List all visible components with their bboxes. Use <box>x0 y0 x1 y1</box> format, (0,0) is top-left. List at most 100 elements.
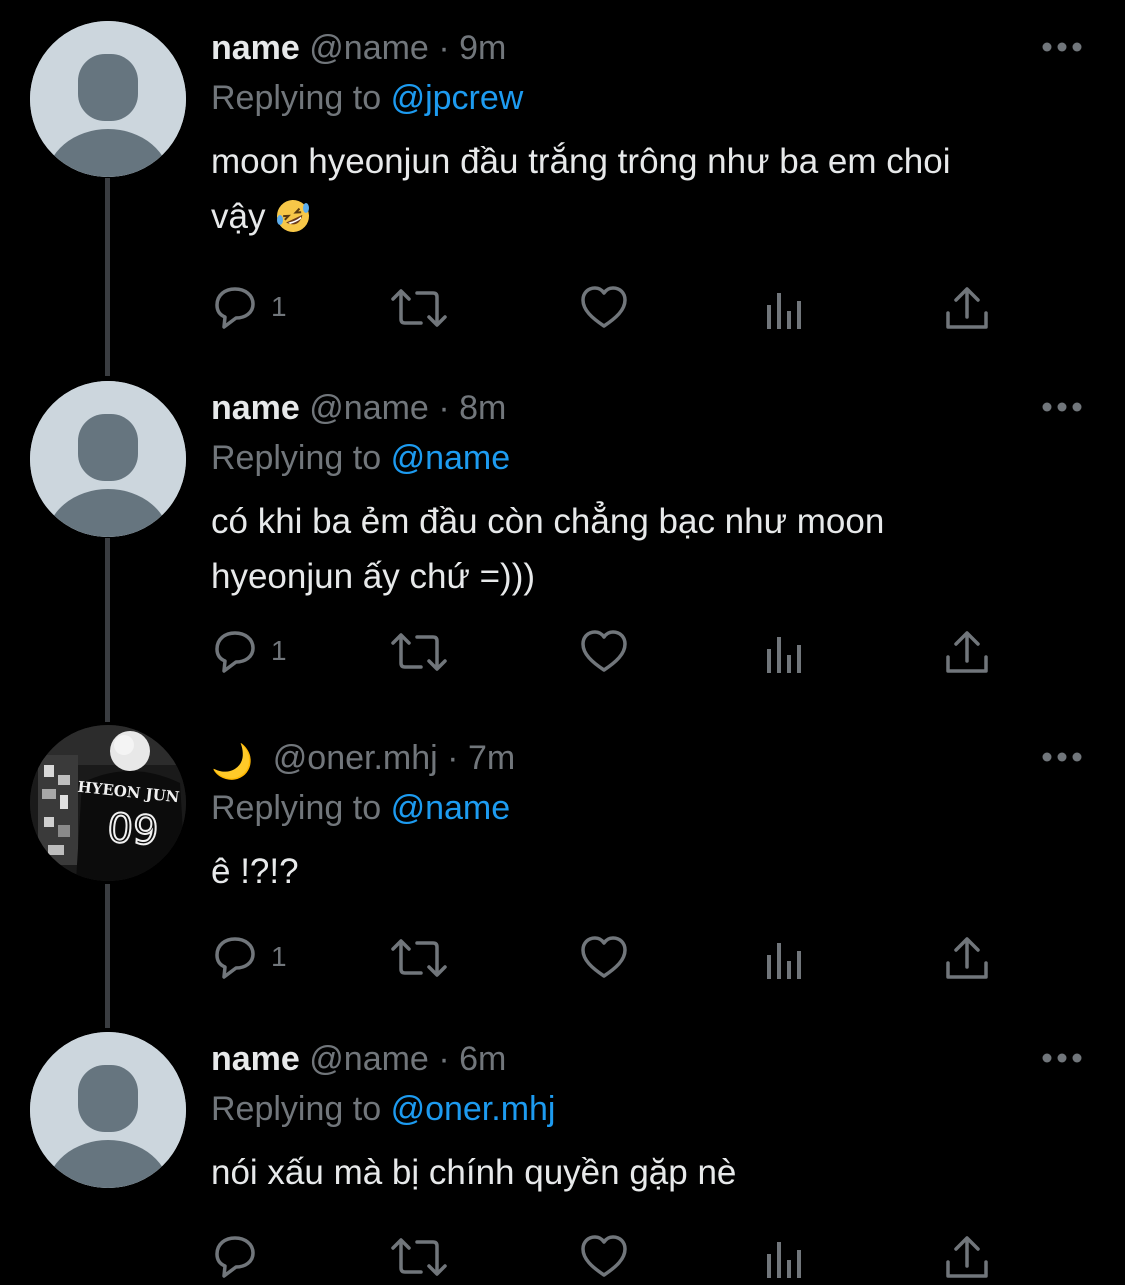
share-icon <box>946 631 988 673</box>
tweet-text-line: hyeonjun ấy chứ =))) <box>211 557 536 596</box>
replying-to-label: Replying to <box>211 1090 382 1128</box>
retweet-button[interactable] <box>389 282 449 332</box>
timestamp[interactable]: 7m <box>468 739 515 777</box>
reply-count: 1 <box>271 635 287 666</box>
more-icon[interactable] <box>1040 400 1084 414</box>
mention-link[interactable]: @name <box>391 439 511 477</box>
timestamp[interactable]: 8m <box>459 389 506 427</box>
reply-icon <box>215 1236 255 1278</box>
tweet[interactable]: name @name · 6m Replying to @oner.mhj nó… <box>0 1011 1125 1285</box>
mention-link[interactable]: @jpcrew <box>391 79 524 117</box>
replying-to: Replying to @oner.mhj <box>211 1089 555 1129</box>
reply-icon <box>215 631 255 673</box>
display-name[interactable]: name <box>211 29 300 67</box>
tweet-actions: 1 <box>211 932 1011 982</box>
analytics-button[interactable] <box>765 626 809 676</box>
tweet-text-line: ê !?!? <box>211 852 299 891</box>
share-icon <box>946 937 988 979</box>
tweet-header: name @name · 9m <box>211 28 506 68</box>
tweet-text-line: vậy <box>211 189 1071 250</box>
reply-button[interactable]: 1 <box>211 282 301 332</box>
tweet-header: name @name · 6m <box>211 1039 506 1079</box>
like-button[interactable] <box>579 932 629 982</box>
timestamp[interactable]: 9m <box>459 29 506 67</box>
display-name[interactable]: 🌙 <box>211 742 253 782</box>
separator: · <box>438 1040 450 1078</box>
avatar[interactable] <box>30 1032 186 1188</box>
like-icon <box>581 286 627 328</box>
analytics-icon <box>767 637 801 673</box>
reply-button[interactable]: 1 <box>211 932 301 982</box>
retweet-button[interactable] <box>389 626 449 676</box>
tweet-text: moon hyeonjun đầu trắng trông như ba em … <box>211 134 1071 250</box>
retweet-icon <box>391 633 447 671</box>
replying-to-label: Replying to <box>211 439 382 477</box>
analytics-button[interactable] <box>765 1231 809 1281</box>
display-name[interactable]: name <box>211 389 300 427</box>
share-button[interactable] <box>945 626 989 676</box>
user-handle[interactable]: @name <box>309 29 429 67</box>
more-icon[interactable] <box>1040 750 1084 764</box>
tweet-text: nói xấu mà bị chính quyền gặp nè <box>211 1145 1071 1200</box>
mention-link[interactable]: @name <box>391 789 511 827</box>
user-handle[interactable]: @name <box>309 389 429 427</box>
replying-to: Replying to @jpcrew <box>211 78 523 118</box>
share-icon <box>946 287 988 329</box>
replying-to: Replying to @name <box>211 438 510 478</box>
analytics-button[interactable] <box>765 932 809 982</box>
more-icon[interactable] <box>1040 40 1084 54</box>
tweet-text-line: có khi ba ẻm đầu còn chẳng bạc như moon <box>211 502 885 541</box>
reply-count: 1 <box>271 291 287 322</box>
tweet-header: 🌙 @oner.mhj · 7m <box>211 738 515 782</box>
tweet-text-line: nói xấu mà bị chính quyền gặp nè <box>211 1153 737 1192</box>
reply-button[interactable]: 1 <box>211 626 301 676</box>
reply-icon <box>215 287 255 329</box>
tweet-actions: 1 <box>211 626 1011 676</box>
analytics-button[interactable] <box>765 282 809 332</box>
avatar[interactable]: HYEON JUN 09 <box>30 725 186 881</box>
avatar[interactable] <box>30 21 186 177</box>
rolling-laughing-emoji-icon <box>275 195 311 250</box>
tweet[interactable]: name @name · 8m Replying to @name có khi… <box>0 360 1125 710</box>
tweet[interactable]: HYEON JUN 09 🌙 @oner.mhj · 7m Replying t… <box>0 710 1125 1010</box>
like-icon <box>581 936 627 978</box>
retweet-button[interactable] <box>389 932 449 982</box>
mention-link[interactable]: @oner.mhj <box>391 1090 556 1128</box>
tweet[interactable]: name @name · 9m Replying to @jpcrew moon… <box>0 0 1125 360</box>
share-button[interactable] <box>945 282 989 332</box>
more-icon[interactable] <box>1040 1051 1084 1065</box>
tweet-text: có khi ba ẻm đầu còn chẳng bạc như moon … <box>211 494 1071 604</box>
separator: · <box>447 739 459 777</box>
user-handle[interactable]: @name <box>309 1040 429 1078</box>
share-button[interactable] <box>945 1231 989 1281</box>
analytics-icon <box>767 1242 801 1278</box>
retweet-icon <box>391 1238 447 1276</box>
like-button[interactable] <box>579 282 629 332</box>
analytics-icon <box>767 293 801 329</box>
avatar[interactable] <box>30 381 186 537</box>
analytics-icon <box>767 943 801 979</box>
tweet-text-line: moon hyeonjun đầu trắng trông như ba em … <box>211 142 951 181</box>
user-handle[interactable]: @oner.mhj <box>273 739 438 777</box>
reply-button[interactable] <box>211 1231 301 1281</box>
like-icon <box>581 1235 627 1277</box>
share-icon <box>946 1236 988 1278</box>
like-button[interactable] <box>579 1231 629 1281</box>
tweet-actions: 1 <box>211 282 1011 332</box>
retweet-button[interactable] <box>389 1231 449 1281</box>
tweet-text: ê !?!? <box>211 844 1071 899</box>
timestamp[interactable]: 6m <box>459 1040 506 1078</box>
retweet-icon <box>391 289 447 327</box>
separator: · <box>438 29 450 67</box>
replying-to-label: Replying to <box>211 79 382 117</box>
replying-to-label: Replying to <box>211 789 382 827</box>
tweet-header: name @name · 8m <box>211 388 506 428</box>
reply-icon <box>215 937 255 979</box>
share-button[interactable] <box>945 932 989 982</box>
retweet-icon <box>391 939 447 977</box>
like-button[interactable] <box>579 626 629 676</box>
display-name[interactable]: name <box>211 1040 300 1078</box>
separator: · <box>438 389 450 427</box>
tweet-actions <box>211 1231 1011 1281</box>
like-icon <box>581 630 627 672</box>
